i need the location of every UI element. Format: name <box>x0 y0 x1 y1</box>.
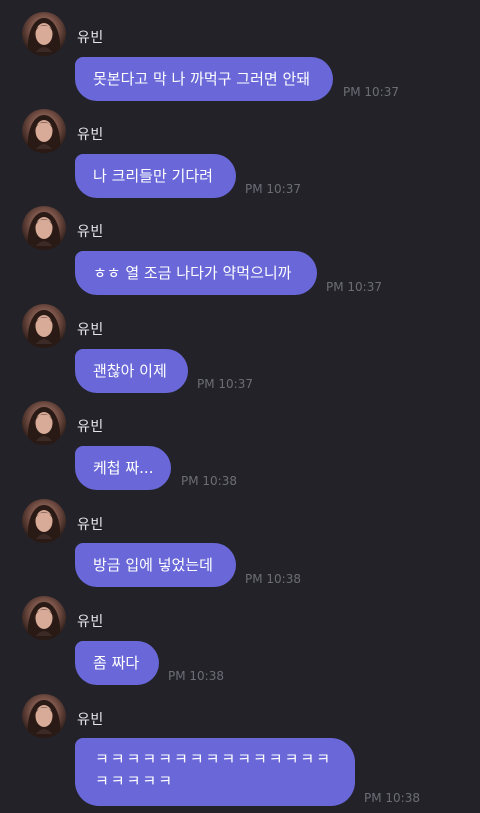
avatar-photo-icon <box>27 212 61 250</box>
avatar[interactable] <box>22 206 66 250</box>
avatar-photo-icon <box>27 115 61 153</box>
message-timestamp: PM 10:37 <box>326 280 382 294</box>
message-timestamp: PM 10:37 <box>245 182 301 196</box>
avatar-photo-icon <box>27 602 61 640</box>
avatar[interactable] <box>22 304 66 348</box>
avatar-photo-icon <box>27 18 61 56</box>
message-bubble[interactable]: 케첩 짜... <box>75 446 171 490</box>
message-bubble[interactable]: 나 크리들만 기다려 <box>75 154 236 198</box>
avatar[interactable] <box>22 596 66 640</box>
message-bubble[interactable]: 좀 짜다 <box>75 641 159 685</box>
sender-name: 유빈 <box>77 614 104 630</box>
message-bubble[interactable]: 괜찮아 이제 <box>75 349 188 393</box>
sender-name: 유빈 <box>77 419 104 435</box>
message-bubble[interactable]: 방금 입에 넣었는데 <box>75 543 236 587</box>
message-timestamp: PM 10:38 <box>245 572 301 586</box>
sender-name: 유빈 <box>77 517 104 533</box>
message-bubble[interactable]: ㅋㅋㅋㅋㅋㅋㅋㅋㅋㅋㅋㅋㅋㅋㅋㅋㅋㅋㅋㅋ <box>75 738 355 806</box>
chat-message-list[interactable]: 유빈 못본다고 막 나 까먹구 그러면 안돼 PM 10:37 유빈 나 크리들… <box>0 0 480 813</box>
sender-name: 유빈 <box>77 712 104 728</box>
avatar-photo-icon <box>27 407 61 445</box>
avatar[interactable] <box>22 499 66 543</box>
message-timestamp: PM 10:37 <box>197 377 253 391</box>
message-timestamp: PM 10:38 <box>364 791 420 805</box>
avatar[interactable] <box>22 401 66 445</box>
sender-name: 유빈 <box>77 30 104 46</box>
avatar-photo-icon <box>27 310 61 348</box>
avatar[interactable] <box>22 694 66 738</box>
avatar[interactable] <box>22 109 66 153</box>
sender-name: 유빈 <box>77 127 104 143</box>
message-timestamp: PM 10:38 <box>168 669 224 683</box>
message-bubble[interactable]: 못본다고 막 나 까먹구 그러면 안돼 <box>75 57 333 101</box>
message-bubble[interactable]: ㅎㅎ 열 조금 나다가 약먹으니까 <box>75 251 317 295</box>
avatar-photo-icon <box>27 505 61 543</box>
avatar[interactable] <box>22 12 66 56</box>
avatar-photo-icon <box>27 700 61 738</box>
message-timestamp: PM 10:38 <box>181 474 237 488</box>
sender-name: 유빈 <box>77 224 104 240</box>
sender-name: 유빈 <box>77 322 104 338</box>
message-timestamp: PM 10:37 <box>343 85 399 99</box>
